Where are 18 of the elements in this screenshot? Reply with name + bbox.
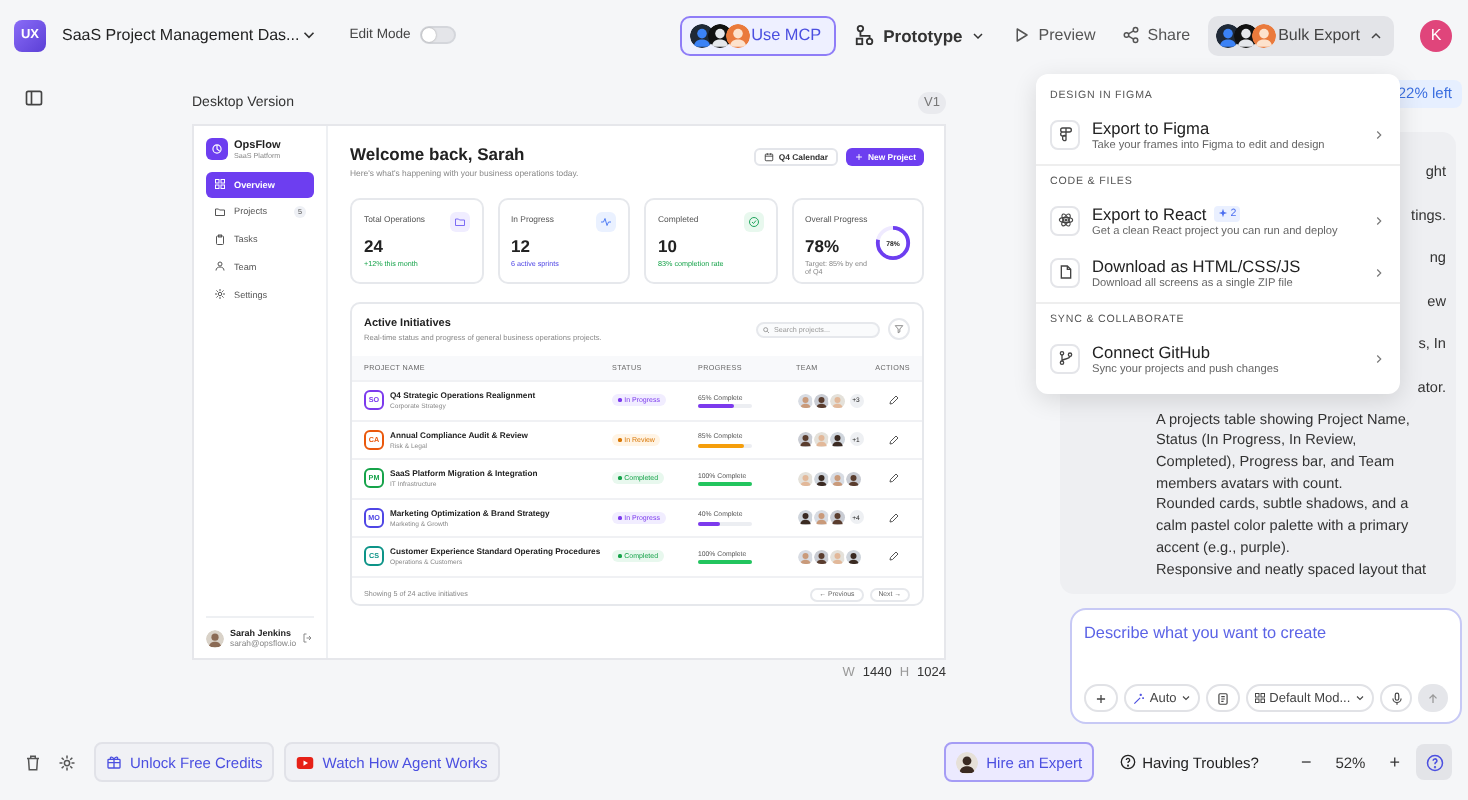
zoom-in-button[interactable]: +	[1381, 752, 1408, 772]
menu-item-title: Connect GitHub	[1092, 341, 1211, 361]
stat-value: 24	[364, 236, 383, 256]
stat-value: 12	[511, 236, 530, 256]
stat-value: 78%	[805, 236, 840, 256]
use-mcp-button[interactable]: Use MCP	[679, 15, 836, 55]
welcome-heading: Welcome back, Sarah	[350, 144, 527, 164]
prototype-button[interactable]: Prototype	[853, 24, 987, 46]
bulk-export-button[interactable]: Bulk Export	[1208, 15, 1394, 55]
menu-item-title: Export to Figma	[1092, 117, 1210, 137]
zoom-out-button[interactable]: −	[1292, 752, 1320, 772]
preview-button[interactable]: Preview	[1012, 26, 1096, 44]
share-button[interactable]: Share	[1121, 26, 1191, 44]
project-title[interactable]: SaaS Project Management Das...	[62, 26, 300, 44]
stat-value: 10	[658, 236, 677, 256]
menu-item-title: Export to React	[1092, 203, 1207, 223]
menu-item-title: Download as HTML/CSS/JS	[1092, 255, 1301, 275]
user-avatar[interactable]: K	[1420, 19, 1452, 51]
